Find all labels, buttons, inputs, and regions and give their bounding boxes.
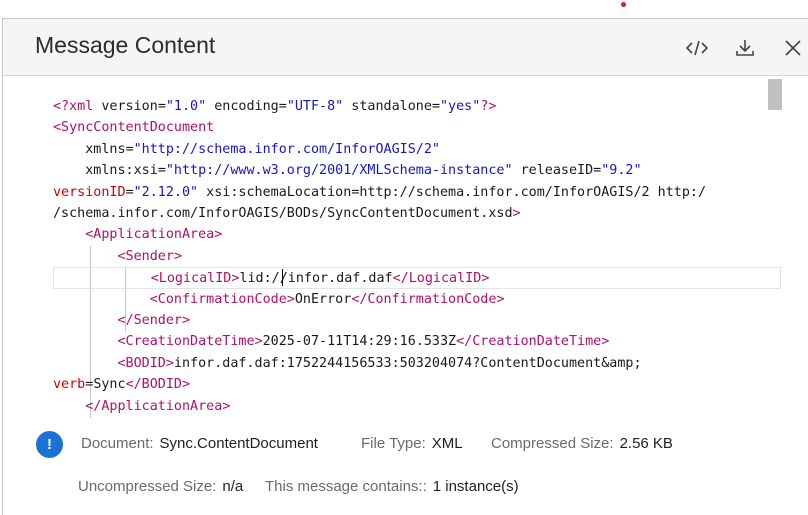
meta-compressed: Compressed Size: 2.56 KB <box>491 435 673 452</box>
meta-document: Document: Sync.ContentDocument <box>81 435 318 452</box>
close-icon <box>785 40 801 56</box>
contains-label: This message contains:: <box>265 478 427 495</box>
meta-filetype: File Type: XML <box>361 435 463 452</box>
compressed-label: Compressed Size: <box>491 435 614 452</box>
dialog-title: Message Content <box>35 32 216 58</box>
top-strip <box>0 0 808 18</box>
notification-dot <box>621 2 626 7</box>
meta-contains: This message contains:: 1 instance(s) <box>265 478 519 495</box>
document-value: Sync.ContentDocument <box>159 435 318 452</box>
code-icon <box>685 40 709 56</box>
dialog-header: Message Content <box>3 19 808 76</box>
document-label: Document: <box>81 435 154 452</box>
filetype-value: XML <box>431 435 463 452</box>
close-button[interactable] <box>781 37 805 59</box>
download-button[interactable] <box>733 37 757 59</box>
meta-uncompressed: Uncompressed Size: n/a <box>78 478 243 495</box>
filetype-label: File Type: <box>361 435 426 452</box>
compressed-value: 2.56 KB <box>619 435 673 452</box>
contains-value: 1 instance(s) <box>432 478 519 495</box>
code-view-button[interactable] <box>685 37 709 59</box>
download-icon <box>736 40 754 56</box>
info-icon: ! <box>36 431 63 458</box>
uncompressed-value: n/a <box>222 478 244 495</box>
uncompressed-label: Uncompressed Size: <box>78 478 217 495</box>
